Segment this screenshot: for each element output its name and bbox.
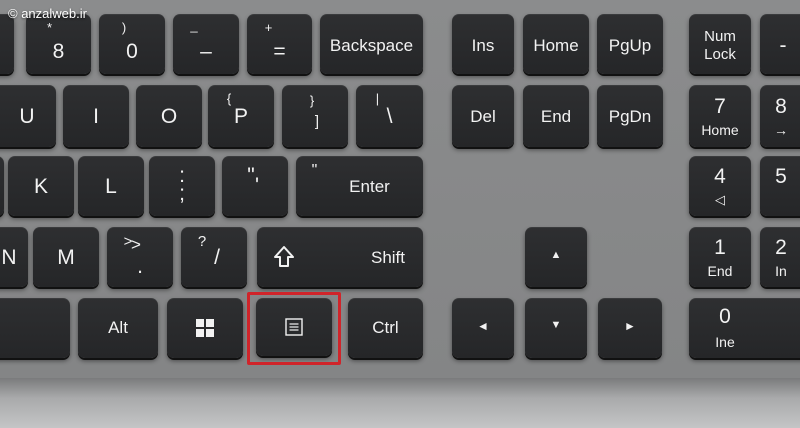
- key-p[interactable]: { P: [208, 85, 274, 147]
- key-partial-left-r3[interactable]: [0, 156, 4, 216]
- key-num0-main: 0: [719, 305, 731, 328]
- key-ctrl-label: Ctrl: [372, 318, 399, 337]
- key-o-label: O: [160, 105, 178, 128]
- key-u[interactable]: U: [0, 85, 56, 147]
- key-8-top: *: [46, 20, 53, 35]
- key-slash-main: /: [214, 246, 220, 269]
- key-pgup[interactable]: PgUp: [597, 14, 663, 74]
- key-slash[interactable]: ? /: [181, 227, 247, 287]
- key-numlock[interactable]: Num Lock: [689, 14, 751, 74]
- key-minus-main: –: [200, 40, 212, 63]
- key-num2-main: 2: [775, 236, 787, 259]
- key-ins-label: Ins: [471, 36, 495, 55]
- key-num4-sub: ◁: [715, 192, 725, 207]
- key-num5[interactable]: 5: [760, 156, 800, 216]
- key-num2-sub: In: [775, 263, 787, 279]
- key-l-label: L: [105, 175, 117, 198]
- key-num8[interactable]: 8 →: [760, 85, 800, 147]
- key-shift-label: Shift: [370, 248, 406, 267]
- key-backspace[interactable]: Backspace: [320, 14, 423, 74]
- key-num8-main: 8: [775, 95, 787, 118]
- key-num0-sub: Ine: [715, 334, 735, 350]
- key-alt-label: Alt: [108, 318, 128, 337]
- key-shift[interactable]: Shift: [257, 227, 423, 287]
- key-ins[interactable]: Ins: [452, 14, 514, 74]
- key-enter[interactable]: " Enter: [296, 156, 423, 216]
- key-period-main: .: [137, 255, 143, 278]
- down-arrow-icon: ▼: [550, 319, 562, 331]
- menu-key-highlight-box: [247, 292, 341, 365]
- key-pgdn-label: PgDn: [608, 107, 652, 126]
- left-arrow-icon: ◄: [477, 319, 489, 333]
- key-num2[interactable]: 2 In: [760, 227, 800, 287]
- key-numlock-line2: Lock: [704, 46, 736, 63]
- key-0-main: 0: [126, 40, 138, 63]
- key-del[interactable]: Del: [452, 85, 514, 147]
- key-backslash[interactable]: | \: [356, 85, 423, 147]
- key-home-label: Home: [533, 36, 579, 55]
- key-space[interactable]: [0, 298, 70, 358]
- key-8[interactable]: * 8: [26, 14, 91, 74]
- key-l[interactable]: L: [78, 156, 144, 216]
- key-n[interactable]: N: [0, 227, 28, 287]
- key-backslash-main: \: [386, 105, 393, 128]
- key-num5-main: 5: [775, 165, 787, 188]
- key-arrow-left[interactable]: ◄: [452, 298, 514, 358]
- key-num8-sub: →: [774, 122, 788, 138]
- key-equals-top: +: [264, 20, 273, 35]
- key-equals-main: =: [273, 40, 286, 63]
- key-num-minus-label: -: [779, 34, 787, 57]
- key-num-minus[interactable]: -: [760, 14, 800, 74]
- key-del-label: Del: [470, 107, 496, 126]
- key-8-main: 8: [52, 40, 65, 63]
- key-windows[interactable]: [167, 298, 243, 358]
- key-backspace-label: Backspace: [329, 36, 414, 55]
- key-backslash-top: |: [375, 91, 380, 106]
- key-pgup-label: PgUp: [608, 36, 652, 55]
- key-k[interactable]: K: [8, 156, 74, 216]
- key-pgdn[interactable]: PgDn: [597, 85, 663, 147]
- key-i-label: I: [93, 105, 99, 128]
- key-i[interactable]: I: [63, 85, 129, 147]
- key-alt[interactable]: Alt: [78, 298, 158, 358]
- key-p-label: P: [233, 105, 248, 128]
- key-ctrl[interactable]: Ctrl: [348, 298, 423, 358]
- key-numlock-line1: Num: [704, 28, 736, 45]
- key-arrow-up[interactable]: ▲: [525, 227, 587, 287]
- key-arrow-down[interactable]: ▼: [525, 298, 587, 358]
- key-end-label: End: [540, 107, 572, 126]
- key-num0[interactable]: 0 Ine: [689, 298, 800, 358]
- windows-logo-icon: [196, 319, 214, 337]
- key-semicolon-main: ;: [179, 182, 185, 205]
- up-arrow-icon: ▲: [550, 249, 562, 261]
- watermark-text: © anzalweb.ir: [8, 6, 87, 21]
- key-n-label: N: [1, 246, 17, 269]
- keyboard-frame: [0, 378, 800, 428]
- key-home[interactable]: Home: [523, 14, 589, 74]
- shift-arrow-icon: [274, 246, 294, 267]
- key-brackets-main: ]: [314, 113, 320, 130]
- key-u-label: U: [19, 105, 35, 128]
- key-k-label: K: [33, 175, 48, 198]
- key-equals[interactable]: + =: [247, 14, 312, 74]
- key-p-top: {: [226, 91, 232, 106]
- key-end[interactable]: End: [523, 85, 589, 147]
- key-enter-label: Enter: [349, 177, 390, 196]
